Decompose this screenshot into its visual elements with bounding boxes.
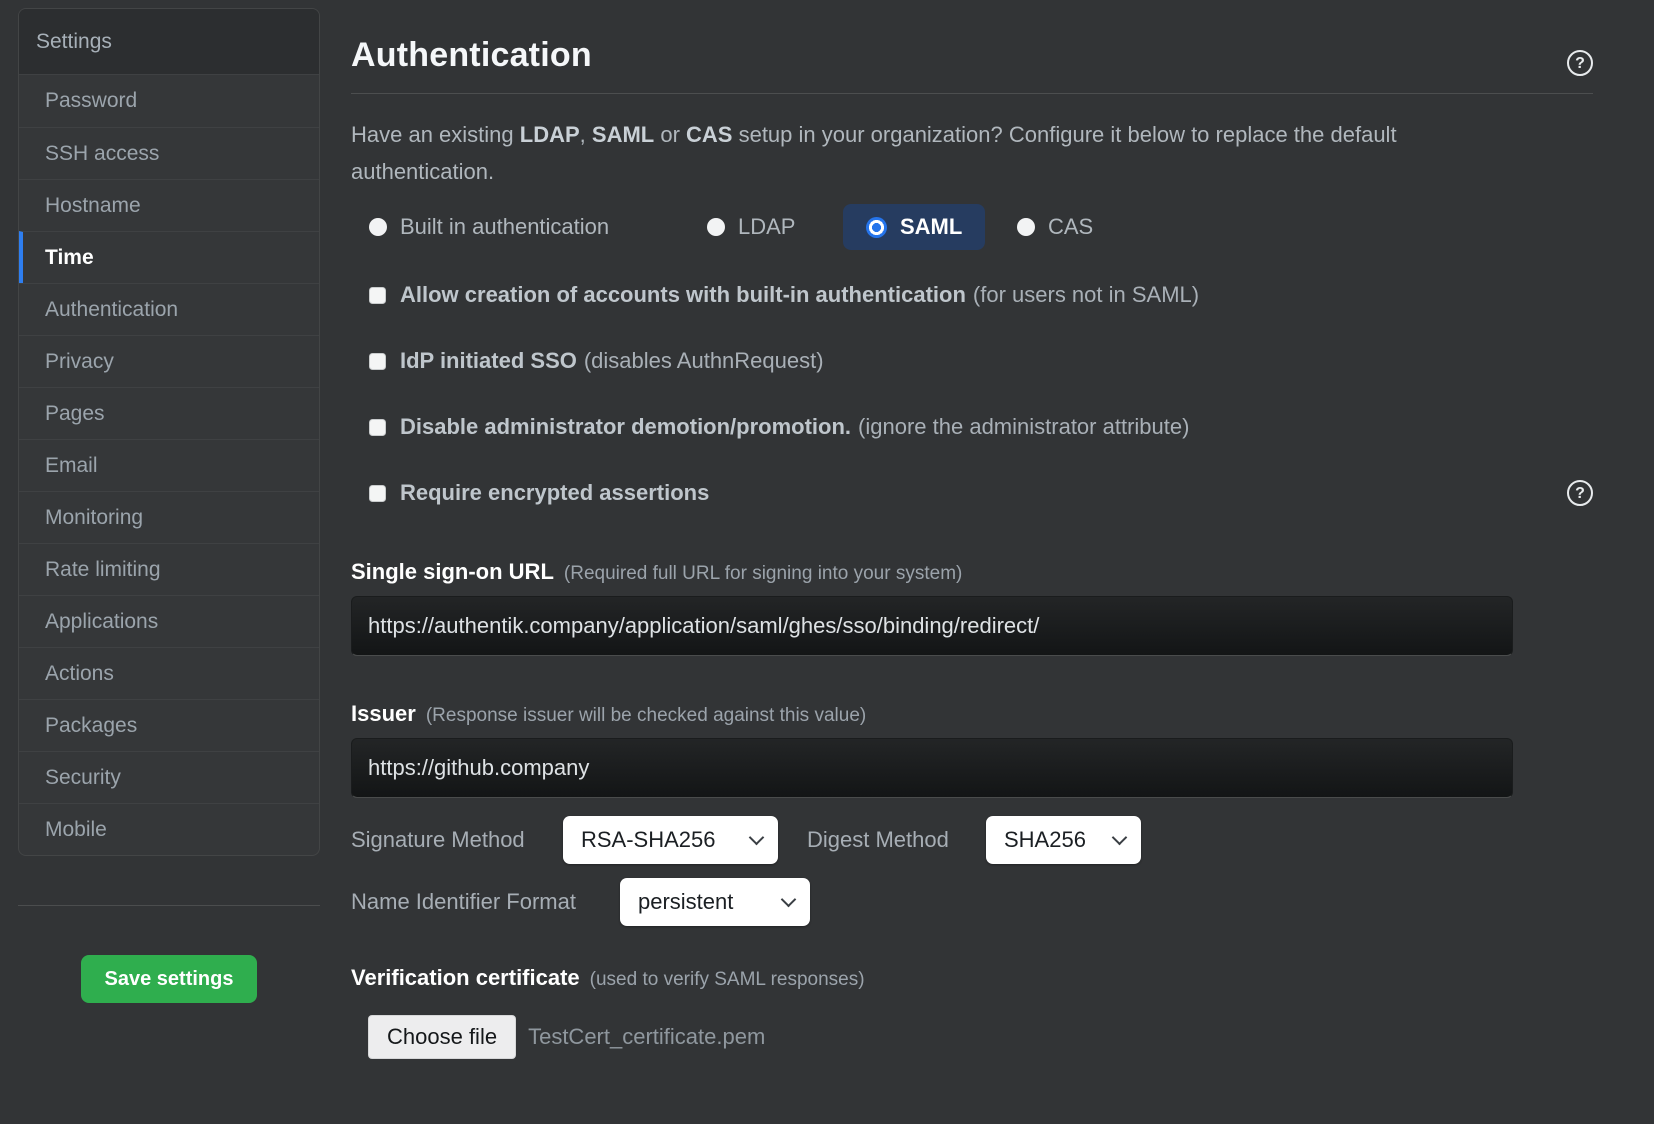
main-content: Authentication ? Have an existing LDAP, … [351, 0, 1593, 1059]
sidebar-footer-divider [18, 905, 320, 906]
issuer-label-row: Issuer (Response issuer will be checked … [351, 701, 1593, 729]
checkbox-icon [369, 419, 386, 436]
checkbox-icon [369, 353, 386, 370]
title-row: Authentication [351, 36, 1593, 78]
intro-sep2: or [654, 122, 686, 147]
certificate-filename: TestCert_certificate.pem [528, 1024, 765, 1050]
intro-pre: Have an existing [351, 122, 520, 147]
page-title: Authentication [351, 36, 1593, 75]
radio-label: SAML [900, 214, 962, 240]
name-identifier-format-label: Name Identifier Format [351, 878, 576, 926]
sso-url-label: Single sign-on URL [351, 559, 554, 585]
checkbox-label: IdP initiated SSO(disables AuthnRequest) [400, 348, 824, 374]
sidebar-item-ssh-access[interactable]: SSH access [19, 127, 319, 179]
sidebar-header: Settings [19, 9, 319, 75]
radio-label: Built in authentication [400, 214, 609, 240]
sidebar-item-applications[interactable]: Applications [19, 595, 319, 647]
chevron-down-icon [781, 892, 797, 908]
intro-ldap: LDAP [520, 122, 580, 147]
digest-method-label: Digest Method [807, 816, 949, 864]
checkbox-require-encrypted-assertions[interactable]: Require encrypted assertions [351, 478, 1593, 508]
choose-file-button[interactable]: Choose file [368, 1015, 516, 1059]
name-identifier-format-select[interactable]: persistent [620, 878, 810, 926]
chevron-down-icon [1112, 830, 1128, 846]
issuer-input[interactable] [351, 738, 1513, 798]
signature-method-label: Signature Method [351, 816, 525, 864]
sidebar-item-email[interactable]: Email [19, 439, 319, 491]
verification-certificate-label-row: Verification certificate (used to verify… [351, 965, 1593, 993]
sidebar-item-rate-limiting[interactable]: Rate limiting [19, 543, 319, 595]
issuer-note: (Response issuer will be checked against… [426, 705, 866, 727]
signature-method-select[interactable]: RSA-SHA256 [563, 816, 778, 864]
sidebar-item-packages[interactable]: Packages [19, 699, 319, 751]
sso-url-note: (Required full URL for signing into your… [564, 563, 962, 585]
sidebar-item-hostname[interactable]: Hostname [19, 179, 319, 231]
radio-ldap[interactable]: LDAP [707, 204, 795, 250]
name-identifier-format-value: persistent [638, 889, 733, 915]
radio-label: LDAP [738, 214, 795, 240]
digest-method-select[interactable]: SHA256 [986, 816, 1141, 864]
intro-sep1: , [580, 122, 592, 147]
verification-certificate-label: Verification certificate [351, 965, 580, 991]
radio-unselected-icon [369, 218, 387, 236]
checkbox-disable-admin-demotion-promotion[interactable]: Disable administrator demotion/promotion… [351, 412, 1593, 442]
sidebar-item-pages[interactable]: Pages [19, 387, 319, 439]
sidebar: Settings Password SSH access Hostname Ti… [18, 8, 320, 856]
sidebar-item-mobile[interactable]: Mobile [19, 803, 319, 855]
verification-certificate-note: (used to verify SAML responses) [590, 969, 865, 991]
auth-method-radio-group: Built in authentication LDAP SAML CAS [351, 204, 1593, 250]
sidebar-item-authentication[interactable]: Authentication [19, 283, 319, 335]
radio-label: CAS [1048, 214, 1093, 240]
radio-saml[interactable]: SAML [843, 204, 985, 250]
chevron-down-icon [749, 830, 765, 846]
save-settings-button[interactable]: Save settings [81, 955, 257, 1003]
intro-text: Have an existing LDAP, SAML or CAS setup… [351, 116, 1451, 190]
signature-method-value: RSA-SHA256 [581, 827, 716, 853]
saml-options-group: Allow creation of accounts with built-in… [351, 280, 1593, 508]
certificate-file-row: Choose file TestCert_certificate.pem [368, 1015, 1593, 1059]
sidebar-item-password[interactable]: Password [19, 75, 319, 127]
radio-unselected-icon [707, 218, 725, 236]
checkbox-idp-initiated-sso[interactable]: IdP initiated SSO(disables AuthnRequest) [351, 346, 1593, 376]
checkbox-label: Disable administrator demotion/promotion… [400, 414, 1189, 440]
issuer-label: Issuer [351, 701, 416, 727]
issuer-section: Issuer (Response issuer will be checked … [351, 701, 1593, 798]
radio-cas[interactable]: CAS [1017, 204, 1093, 250]
title-divider [351, 93, 1593, 94]
checkbox-label: Allow creation of accounts with built-in… [400, 282, 1199, 308]
intro-cas: CAS [686, 122, 732, 147]
radio-unselected-icon [1017, 218, 1035, 236]
sidebar-item-time[interactable]: Time [19, 231, 319, 283]
intro-saml: SAML [592, 122, 654, 147]
sso-url-input[interactable] [351, 596, 1513, 656]
signature-digest-row: Signature Method RSA-SHA256 Digest Metho… [351, 816, 1593, 864]
sso-url-label-row: Single sign-on URL (Required full URL fo… [351, 559, 1593, 587]
digest-method-value: SHA256 [1004, 827, 1086, 853]
checkbox-label: Require encrypted assertions [400, 480, 716, 506]
name-identifier-format-row: Name Identifier Format persistent [351, 878, 1593, 926]
verification-certificate-section: Verification certificate (used to verify… [351, 965, 1593, 1059]
radio-built-in-authentication[interactable]: Built in authentication [369, 204, 609, 250]
radio-selected-icon [866, 217, 887, 238]
help-icon-authentication[interactable]: ? [1567, 50, 1593, 76]
checkbox-icon [369, 287, 386, 304]
help-icon-encrypted-assertions[interactable]: ? [1567, 480, 1593, 506]
sidebar-item-actions[interactable]: Actions [19, 647, 319, 699]
sidebar-item-security[interactable]: Security [19, 751, 319, 803]
sidebar-item-monitoring[interactable]: Monitoring [19, 491, 319, 543]
sso-url-section: Single sign-on URL (Required full URL fo… [351, 559, 1593, 656]
checkbox-allow-builtin-account-creation[interactable]: Allow creation of accounts with built-in… [351, 280, 1593, 310]
sidebar-item-privacy[interactable]: Privacy [19, 335, 319, 387]
checkbox-icon [369, 485, 386, 502]
